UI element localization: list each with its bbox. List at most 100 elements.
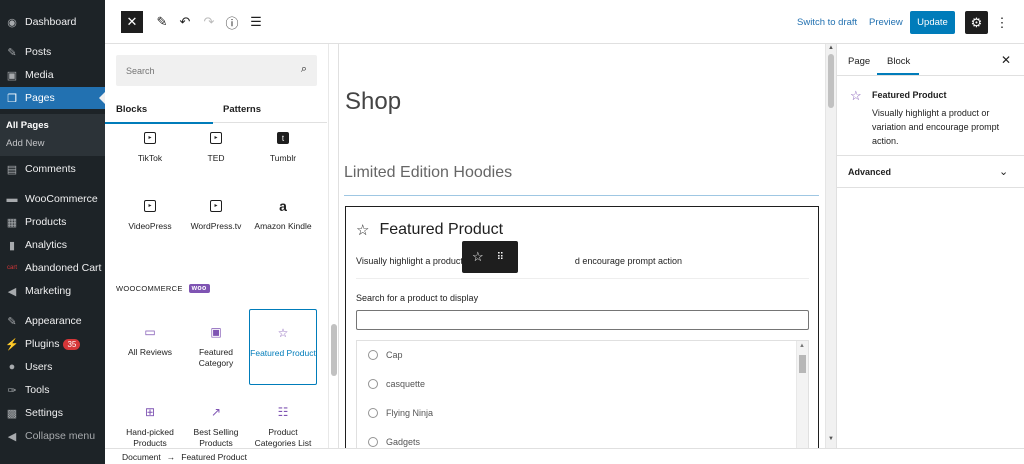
menu-marketing[interactable]: ◀ Marketing [0, 280, 105, 302]
list-scrollbar[interactable]: ▲ [796, 341, 808, 448]
separator-block[interactable] [344, 195, 819, 196]
update-button[interactable]: Update [910, 11, 955, 34]
menu-comments[interactable]: ▤ Comments [0, 158, 105, 180]
pencil-icon[interactable]: ✎ [151, 11, 173, 33]
menu-media[interactable]: ▣ Media [0, 64, 105, 86]
more-options-icon[interactable]: ⋮ [995, 11, 1009, 34]
tools-icon: ✑ [7, 384, 17, 397]
block-hand-picked-products[interactable]: ⊞ Hand-picked Products [116, 403, 184, 449]
menu-users[interactable]: ● Users [0, 356, 105, 378]
scrollbar-thumb[interactable] [828, 54, 834, 108]
menu-label: Collapse menu [25, 430, 96, 442]
menu-abandoned-cart[interactable]: cart Abandoned Cart [0, 257, 105, 279]
page-title[interactable]: Shop [345, 88, 401, 116]
menu-dashboard[interactable]: ◉ Dashboard [0, 11, 105, 33]
menu-label: WooCommerce [25, 193, 98, 205]
list-item[interactable]: casquette [368, 379, 425, 389]
radio-button[interactable] [368, 379, 378, 389]
radio-button[interactable] [368, 350, 378, 360]
block-ted[interactable]: ▸ TED [182, 129, 250, 164]
star-icon: ☆ [277, 325, 289, 340]
amazon-icon: a [279, 197, 287, 214]
close-icon[interactable]: ✕ [1001, 53, 1011, 67]
list-item[interactable]: Flying Ninja [368, 408, 433, 418]
menu-collapse[interactable]: ◀ Collapse menu [0, 425, 105, 447]
block-product-categories-list[interactable]: ☷ Product Categories List [249, 403, 317, 449]
block-featured-product[interactable]: ☆ Featured Product [249, 309, 317, 385]
block-tumblr[interactable]: t Tumblr [249, 129, 317, 164]
product-search-label: Search for a product to display [356, 293, 479, 303]
menu-plugins[interactable]: ⚡ Plugins 35 [0, 333, 105, 355]
scroll-up-arrow[interactable]: ▲ [799, 343, 805, 349]
radio-button[interactable] [368, 408, 378, 418]
inserter-tabs: Blocks Patterns [105, 96, 327, 124]
radio-button[interactable] [368, 437, 378, 447]
list-item[interactable]: Gadgets [368, 437, 420, 447]
menu-analytics[interactable]: ▮ Analytics [0, 234, 105, 256]
menu-label: Posts [25, 46, 52, 58]
embed-icon: t [249, 129, 317, 147]
block-tiktok[interactable]: ▸ TikTok [116, 129, 184, 164]
submenu-all-pages[interactable]: All Pages [6, 120, 49, 131]
block-title: ☆ Featured Product [356, 221, 503, 239]
menu-woocommerce[interactable]: ▬ WooCommerce [0, 188, 105, 210]
marketing-icon: ◀ [7, 285, 17, 298]
scroll-up-arrow[interactable]: ▲ [828, 45, 834, 51]
list-view-icon[interactable]: ☰ [245, 11, 267, 33]
drag-handle-icon[interactable]: ⠿ [497, 252, 504, 263]
tab-blocks[interactable]: Blocks [105, 104, 214, 124]
gear-icon[interactable]: ⚙ [965, 11, 988, 34]
menu-label: Dashboard [25, 16, 77, 28]
star-icon[interactable]: ☆ [472, 249, 484, 265]
close-inserter-button[interactable]: ✕ [121, 11, 143, 33]
switch-to-draft-button[interactable]: Switch to draft [797, 17, 857, 28]
redo-icon[interactable]: ↷ [198, 11, 220, 33]
breadcrumb: Document → Featured Product [105, 448, 1024, 464]
block-card-title: Featured Product [872, 90, 947, 100]
heading-block[interactable]: Limited Edition Hoodies [344, 164, 512, 182]
canvas-scrollbar[interactable]: ▲ ▼ [825, 44, 836, 448]
menu-label: Abandoned Cart [25, 262, 102, 274]
preview-button[interactable]: Preview [869, 17, 903, 28]
comments-icon: ▤ [6, 163, 18, 176]
scroll-down-arrow[interactable]: ▼ [828, 436, 834, 442]
scrollbar-thumb[interactable] [331, 324, 337, 376]
tab-page[interactable]: Page [848, 56, 870, 67]
collapse-icon: ◀ [7, 430, 17, 443]
menu-posts[interactable]: ✎ Posts [0, 41, 105, 63]
search-placeholder: Search [126, 65, 155, 76]
block-card: ☆ Featured Product Visually highlight a … [837, 76, 1024, 156]
advanced-panel-toggle[interactable]: Advanced ⌄ [837, 156, 1024, 188]
embed-icon: ▸ [116, 129, 184, 147]
tab-block[interactable]: Block [887, 56, 910, 67]
submenu-add-new[interactable]: Add New [6, 138, 45, 149]
menu-products[interactable]: ▦ Products [0, 211, 105, 233]
menu-pages[interactable]: ❐ Pages [0, 87, 105, 109]
menu-appearance[interactable]: ✎ Appearance [0, 310, 105, 332]
block-amazon-kindle[interactable]: a Amazon Kindle [249, 197, 317, 232]
inserter-scrollbar[interactable] [328, 44, 338, 448]
block-wordpress-tv[interactable]: ▸ WordPress.tv [182, 197, 250, 232]
plugins-update-badge: 35 [63, 338, 81, 350]
search-input[interactable]: Search ⌕ [116, 55, 317, 86]
featured-product-block[interactable]: ☆ Featured Product Visually highlight a p… [345, 206, 819, 448]
block-label: Tumblr [269, 153, 297, 163]
scrollbar-thumb[interactable] [799, 355, 806, 373]
menu-settings[interactable]: ▩ Settings [0, 402, 105, 424]
block-all-reviews[interactable]: ▭ All Reviews [116, 323, 184, 358]
list-item[interactable]: Cap [368, 350, 403, 360]
plugins-icon: ⚡ [5, 338, 19, 351]
block-label: WordPress.tv [190, 221, 242, 231]
search-icon: ⌕ [300, 63, 307, 75]
block-featured-category[interactable]: ▣ Featured Category [182, 323, 250, 369]
menu-tools[interactable]: ✑ Tools [0, 379, 105, 401]
product-search-input[interactable] [356, 310, 809, 330]
list-icon: ☷ [277, 404, 289, 419]
block-videopress[interactable]: ▸ VideoPress [116, 197, 184, 232]
tab-patterns[interactable]: Patterns [223, 104, 261, 115]
breadcrumb-current[interactable]: Featured Product [181, 452, 247, 462]
undo-icon[interactable]: ↶ [174, 11, 196, 33]
info-icon[interactable]: ⓘ [221, 11, 243, 33]
breadcrumb-document[interactable]: Document [122, 452, 161, 462]
block-best-selling-products[interactable]: ↗ Best Selling Products [182, 403, 250, 449]
